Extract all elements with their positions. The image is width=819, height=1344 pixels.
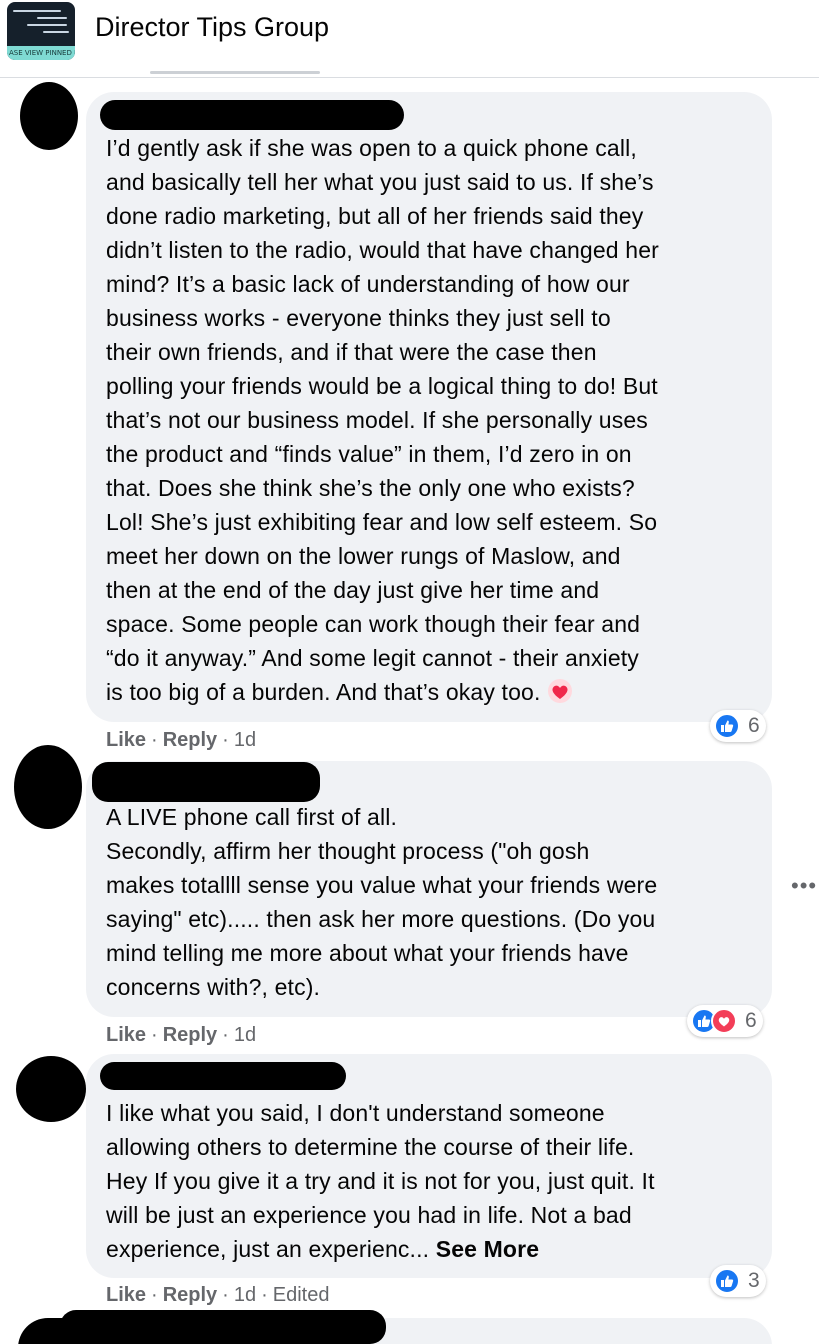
- see-more-link[interactable]: See More: [436, 1236, 539, 1262]
- comment-line: makes totallll sense you value what your…: [106, 872, 658, 898]
- reply-action[interactable]: Reply: [163, 1024, 217, 1046]
- edited-label[interactable]: Edited: [273, 1284, 330, 1306]
- commenter-avatar[interactable]: [14, 745, 82, 829]
- comment-timestamp[interactable]: 1d: [234, 729, 256, 751]
- comment-line: is too big of a burden. And that’s okay …: [106, 679, 541, 705]
- reply-action[interactable]: Reply: [163, 729, 217, 751]
- group-header: ASE VIEW PINNED P Director Tips Group: [0, 0, 819, 78]
- comment-line: then at the end of the day just give her…: [106, 577, 600, 603]
- comment-line: Secondly, affirm her thought process ("o…: [106, 838, 590, 864]
- comment-line: I like what you said, I don't understand…: [106, 1100, 605, 1126]
- reply-action[interactable]: Reply: [163, 1284, 217, 1306]
- reaction-summary[interactable]: 3: [710, 1265, 766, 1297]
- comment-line: Lol! She’s just exhibiting fear and low …: [106, 509, 658, 535]
- comment-line: that. Does she think she’s the only one …: [106, 475, 635, 501]
- comment-line: the product and “finds value” in them, I…: [106, 441, 632, 467]
- commenter-name-redacted[interactable]: [92, 762, 320, 802]
- reaction-count: 6: [748, 714, 760, 737]
- comment-line: allowing others to determine the course …: [106, 1134, 635, 1160]
- commenter-name-redacted[interactable]: [100, 1062, 346, 1090]
- comment-text: A LIVE phone call first of all. Secondly…: [106, 800, 657, 1004]
- reaction-summary[interactable]: 6: [710, 710, 766, 742]
- faded-previous-action-row: [150, 71, 320, 74]
- comment-line: A LIVE phone call first of all.: [106, 804, 398, 830]
- group-cover-thumbnail[interactable]: ASE VIEW PINNED P: [7, 2, 75, 60]
- comment-line: concerns with?, etc).: [106, 974, 321, 1000]
- comment-actions: Like · Reply · 1d: [106, 729, 257, 751]
- comment-line: “do it anyway.” And some legit cannot - …: [106, 645, 639, 671]
- thumbnail-strip-text: ASE VIEW PINNED P: [7, 46, 75, 60]
- comment-actions: Like · Reply · 1d · Edited: [106, 1284, 330, 1306]
- comment-line: saying" etc)..... then ask her more ques…: [106, 906, 656, 932]
- comment-text: I’d gently ask if she was open to a quic…: [106, 131, 659, 709]
- comment-line: I’d gently ask if she was open to a quic…: [106, 135, 637, 161]
- comment-line: will be just an experience you had in li…: [106, 1202, 632, 1228]
- like-action[interactable]: Like: [106, 1024, 146, 1046]
- more-options-icon[interactable]: •••: [791, 875, 817, 897]
- comment-text: I like what you said, I don't understand…: [106, 1096, 655, 1266]
- comment-line: didn’t listen to the radio, would that h…: [106, 237, 659, 263]
- comment-timestamp[interactable]: 1d: [234, 1284, 256, 1306]
- heart-icon: [711, 1008, 737, 1034]
- commenter-avatar[interactable]: [20, 82, 78, 150]
- reaction-count: 3: [748, 1269, 760, 1292]
- comment-line: and basically tell her what you just sai…: [106, 169, 654, 195]
- commenter-name-redacted[interactable]: [100, 100, 404, 130]
- comment-line: Hey If you give it a try and it is not f…: [106, 1168, 655, 1194]
- comment-line: meet her down on the lower rungs of Masl…: [106, 543, 621, 569]
- like-action[interactable]: Like: [106, 729, 146, 751]
- comment-line: mind? It’s a basic lack of understanding…: [106, 271, 630, 297]
- comment-line: mind telling me more about what your fri…: [106, 940, 629, 966]
- group-title[interactable]: Director Tips Group: [95, 12, 329, 43]
- heart-emoji-icon: [547, 678, 573, 704]
- comment-actions: Like · Reply · 1d: [106, 1024, 257, 1046]
- comment-timestamp[interactable]: 1d: [234, 1024, 256, 1046]
- comment-line: done radio marketing, but all of her fri…: [106, 203, 644, 229]
- comment-line: experience, just an experienc...: [106, 1236, 430, 1262]
- commenter-avatar[interactable]: [16, 1056, 86, 1122]
- like-action[interactable]: Like: [106, 1284, 146, 1306]
- reaction-count: 6: [745, 1009, 757, 1032]
- comment-line: that’s not our business model. If she pe…: [106, 407, 648, 433]
- comment-line: their own friends, and if that were the …: [106, 339, 597, 365]
- comment-line: space. Some people can work though their…: [106, 611, 641, 637]
- commenter-name-redacted[interactable]: [60, 1310, 386, 1344]
- thumbs-up-icon: [714, 713, 740, 739]
- reaction-summary[interactable]: 6: [687, 1005, 763, 1037]
- thumbs-up-icon: [714, 1268, 740, 1294]
- comment-line: business works - everyone thinks they ju…: [106, 305, 611, 331]
- comment-line: polling your friends would be a logical …: [106, 373, 658, 399]
